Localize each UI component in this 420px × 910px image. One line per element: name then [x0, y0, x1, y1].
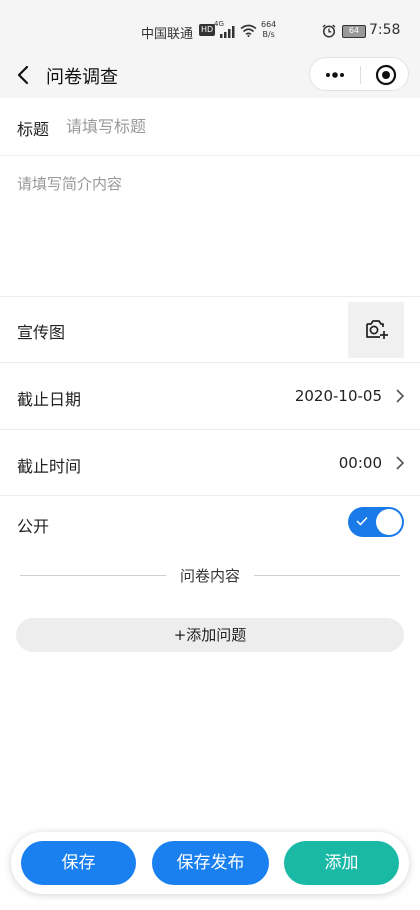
- save-publish-button[interactable]: 保存发布: [152, 841, 269, 885]
- capsule-divider: [360, 66, 361, 84]
- intro-textarea[interactable]: [17, 173, 402, 283]
- check-icon: [356, 516, 368, 526]
- battery-icon: 64: [342, 25, 366, 38]
- title-input[interactable]: [66, 113, 396, 139]
- close-miniprogram-icon[interactable]: [375, 64, 397, 86]
- hd-icon: HD: [199, 24, 216, 36]
- public-label: 公开: [17, 517, 50, 536]
- public-toggle[interactable]: [348, 507, 404, 537]
- intro-row: [0, 156, 420, 297]
- add-question-button[interactable]: +添加问题: [16, 618, 404, 652]
- clock-time: 7:58: [369, 22, 401, 38]
- chevron-right-icon: [396, 389, 405, 403]
- chevron-right-icon: [396, 456, 405, 470]
- wifi-icon: [240, 24, 257, 37]
- bottom-action-bar: 保存 保存发布 添加: [11, 832, 409, 894]
- add-button[interactable]: 添加: [284, 841, 399, 885]
- divider-line-right: [254, 575, 400, 576]
- deadline-date-label: 截止日期: [17, 390, 82, 409]
- section-divider: 问卷内容: [20, 563, 400, 587]
- speed-unit: B/s: [262, 30, 275, 39]
- banner-label: 宣传图: [17, 323, 66, 342]
- alarm-icon: [322, 24, 336, 38]
- deadline-time-value: 00:00: [338, 454, 382, 472]
- public-row: 公开: [0, 496, 420, 548]
- title-row: 标题: [0, 98, 420, 156]
- deadline-time-label: 截止时间: [17, 457, 82, 476]
- nav-bar: 问卷调查: [0, 52, 420, 98]
- status-bar: 中国联通 HD 4G 664 B/s 64 7:58: [0, 0, 420, 52]
- network-speed: 664 B/s: [261, 20, 276, 40]
- miniprogram-capsule: [309, 57, 409, 91]
- back-arrow-icon[interactable]: [14, 63, 34, 87]
- save-button[interactable]: 保存: [21, 841, 136, 885]
- banner-row: 宣传图: [0, 297, 420, 363]
- carrier-name: 中国联通: [141, 27, 194, 42]
- more-icon[interactable]: [324, 64, 346, 86]
- deadline-date-value: 2020-10-05: [294, 387, 382, 405]
- speed-value: 664: [261, 20, 277, 29]
- deadline-time-row[interactable]: 截止时间 00:00: [0, 430, 420, 496]
- banner-upload-button[interactable]: [348, 302, 404, 358]
- camera-add-icon: [366, 320, 388, 339]
- toggle-knob: [376, 509, 402, 535]
- title-label: 标题: [17, 120, 50, 139]
- deadline-date-row[interactable]: 截止日期 2020-10-05: [0, 363, 420, 430]
- page-title: 问卷调查: [46, 67, 118, 88]
- signal-icon: [220, 26, 235, 38]
